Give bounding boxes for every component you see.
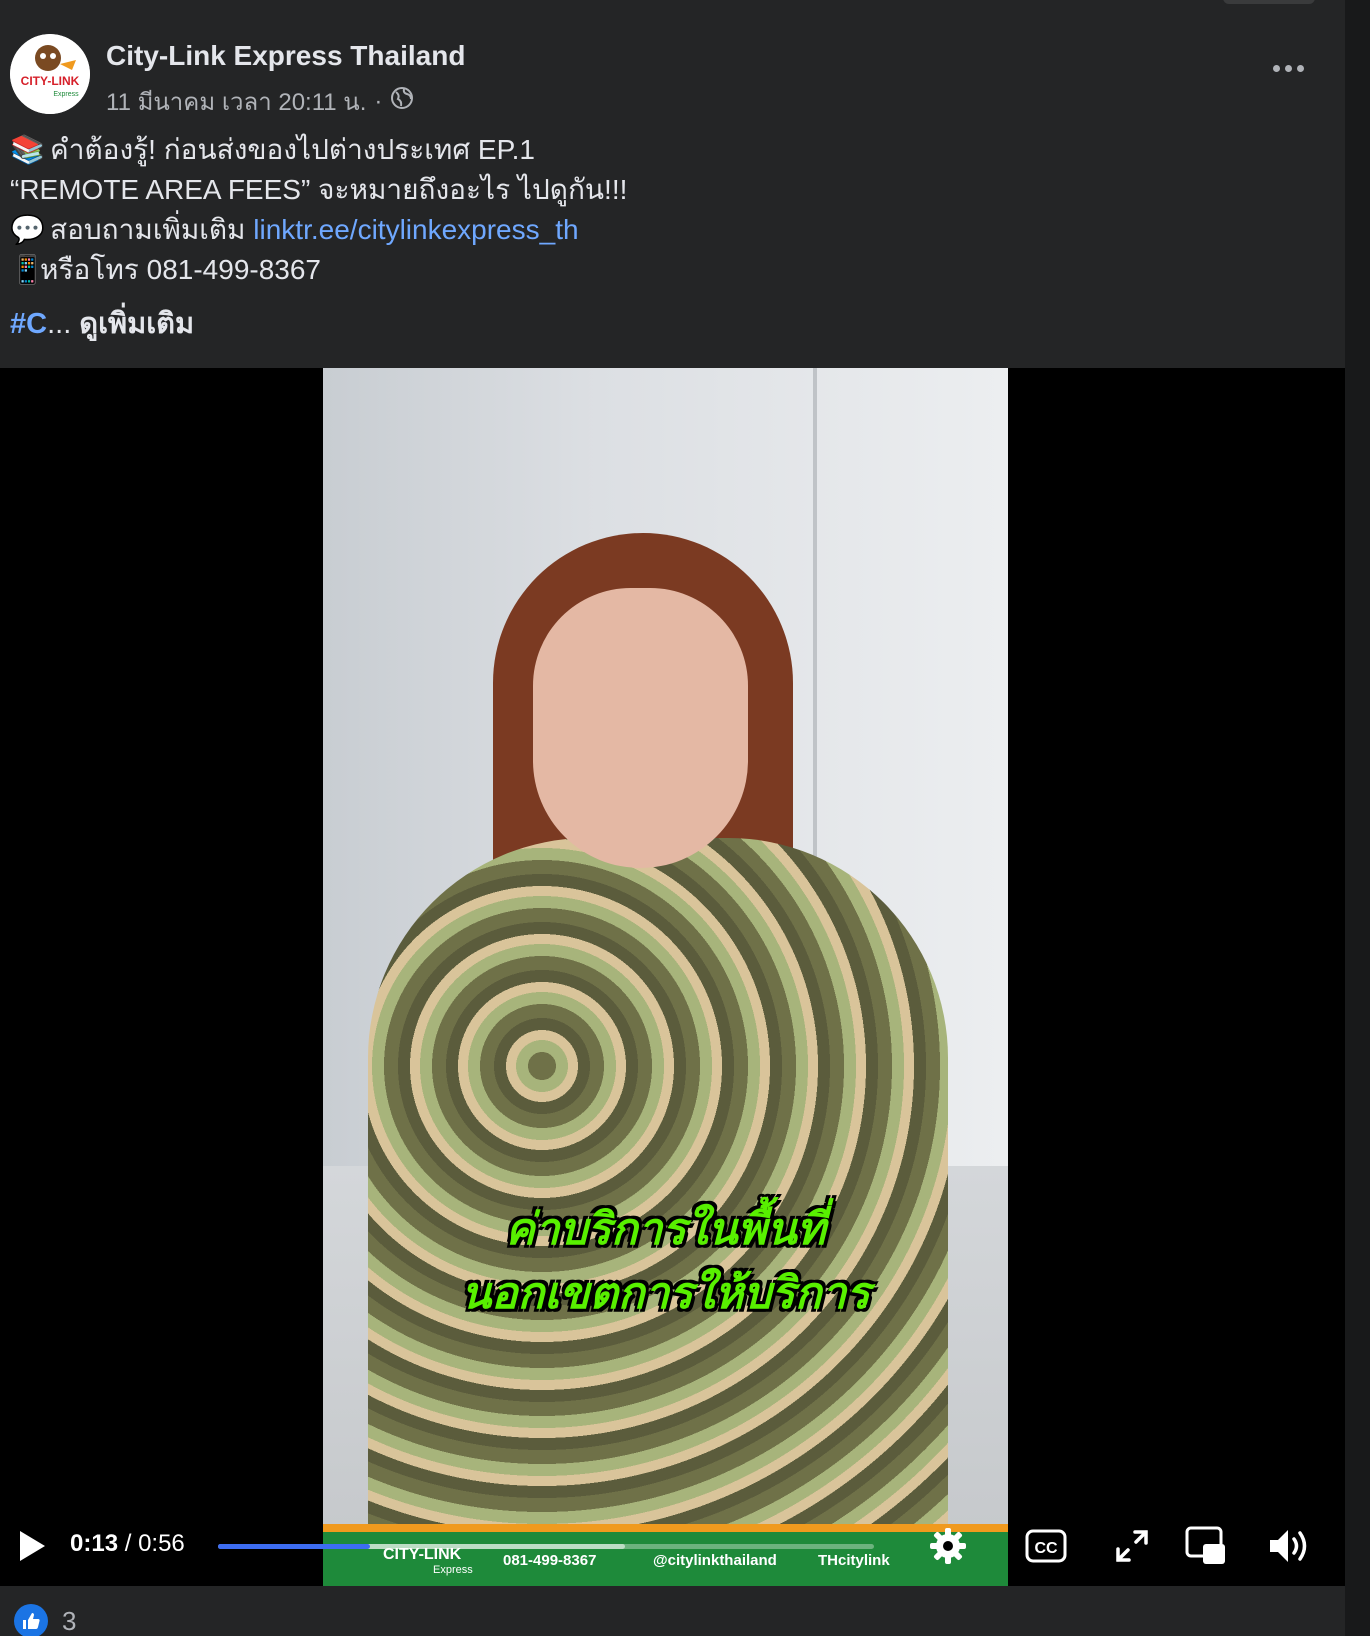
ellipsis: ... [47, 308, 72, 340]
settings-icon[interactable] [926, 1524, 970, 1568]
video-controls: 0:13 / 0:56 CC [0, 1506, 1345, 1586]
linktree-link[interactable]: linktr.ee/citylinkexpress_th [253, 210, 578, 250]
duration: 0:56 [138, 1530, 185, 1557]
message-line-1: 📚 คำต้องรู้! ก่อนส่งของไปต่างประเทศ EP.1 [10, 130, 1320, 170]
post-card: CITY-LINK Express City-Link Express Thai… [0, 30, 1345, 1636]
more-dot-icon [1296, 64, 1304, 72]
city-link-logo: CITY-LINK Express [10, 34, 90, 114]
picture-in-picture-icon[interactable] [1184, 1524, 1228, 1568]
reaction-summary[interactable]: 3 [14, 1604, 76, 1636]
message-text: “REMOTE AREA FEES” จะหมายถึงอะไร ไปดูกัน… [10, 174, 628, 205]
message-line-5: #C ... ดูเพิ่มเติม [10, 304, 1320, 344]
more-dot-icon [1284, 64, 1292, 72]
post-meta: 11 มีนาคม เวลา 20:11 น. · [106, 82, 414, 121]
time-separator: / [124, 1530, 132, 1557]
message-line-2: “REMOTE AREA FEES” จะหมายถึงอะไร ไปดูกัน… [10, 170, 1320, 210]
books-emoji-icon: 📚 [10, 134, 45, 165]
current-time: 0:13 [70, 1530, 119, 1557]
captions-icon[interactable]: CC [1024, 1524, 1068, 1568]
scroll-pill [1223, 0, 1315, 4]
caption-line-2: นอกเขตการให้บริการ [461, 1268, 870, 1319]
post-header: CITY-LINK Express City-Link Express Thai… [10, 34, 1330, 116]
volume-icon[interactable] [1268, 1524, 1312, 1568]
video-player[interactable]: ค่าบริการในพื้นที่ นอกเขตการให้บริการ CI… [0, 368, 1345, 1586]
globe-icon [390, 86, 414, 117]
video-frame[interactable]: ค่าบริการในพื้นที่ นอกเขตการให้บริการ CI… [323, 368, 1008, 1586]
message-text: คำต้องรู้! ก่อนส่งของไปต่างประเทศ EP.1 [50, 134, 535, 165]
message-line-3: 💬 สอบถามเพิ่มเติม linktr.ee/citylinkexpr… [10, 210, 1320, 250]
video-caption: ค่าบริการในพื้นที่ นอกเขตการให้บริการ [323, 1198, 1008, 1326]
message-line-4: 📱 หรือโทร 081-499-8367 [10, 250, 1320, 290]
more-dot-icon [1272, 64, 1280, 72]
page-avatar[interactable]: CITY-LINK Express [10, 34, 90, 114]
previous-card-edge [0, 0, 1345, 30]
played-bar [218, 1544, 371, 1549]
progress-bar[interactable] [218, 1544, 874, 1549]
hashtag-link[interactable]: #C [10, 304, 47, 344]
see-more-link[interactable]: ดูเพิ่มเติม [79, 304, 194, 344]
more-options-button[interactable] [1264, 54, 1312, 82]
reaction-count: 3 [62, 1605, 77, 1636]
svg-text:CITY-LINK: CITY-LINK [21, 74, 80, 88]
play-icon[interactable] [16, 1528, 48, 1564]
message-text: หรือโทร 081-499-8367 [40, 254, 321, 285]
message-text: สอบถามเพิ่มเติม [50, 214, 254, 245]
post-timestamp[interactable]: 11 มีนาคม เวลา 20:11 น. [106, 82, 366, 121]
svg-text:Express: Express [53, 91, 79, 98]
mobile-phone-emoji-icon: 📱 [10, 254, 45, 285]
presenter-face [533, 588, 748, 868]
svg-text:CC: CC [1034, 1540, 1058, 1557]
like-icon [14, 1604, 48, 1636]
meta-separator: · [374, 87, 383, 115]
fullscreen-icon[interactable] [1110, 1524, 1154, 1568]
page-name[interactable]: City-Link Express Thailand [106, 40, 465, 72]
video-time: 0:13 / 0:56 [70, 1530, 185, 1558]
caption-line-1: ค่าบริการในพื้นที่ [505, 1204, 826, 1255]
speech-bubble-emoji-icon: 💬 [10, 214, 45, 245]
post-message: 📚 คำต้องรู้! ก่อนส่งของไปต่างประเทศ EP.1… [10, 130, 1320, 344]
